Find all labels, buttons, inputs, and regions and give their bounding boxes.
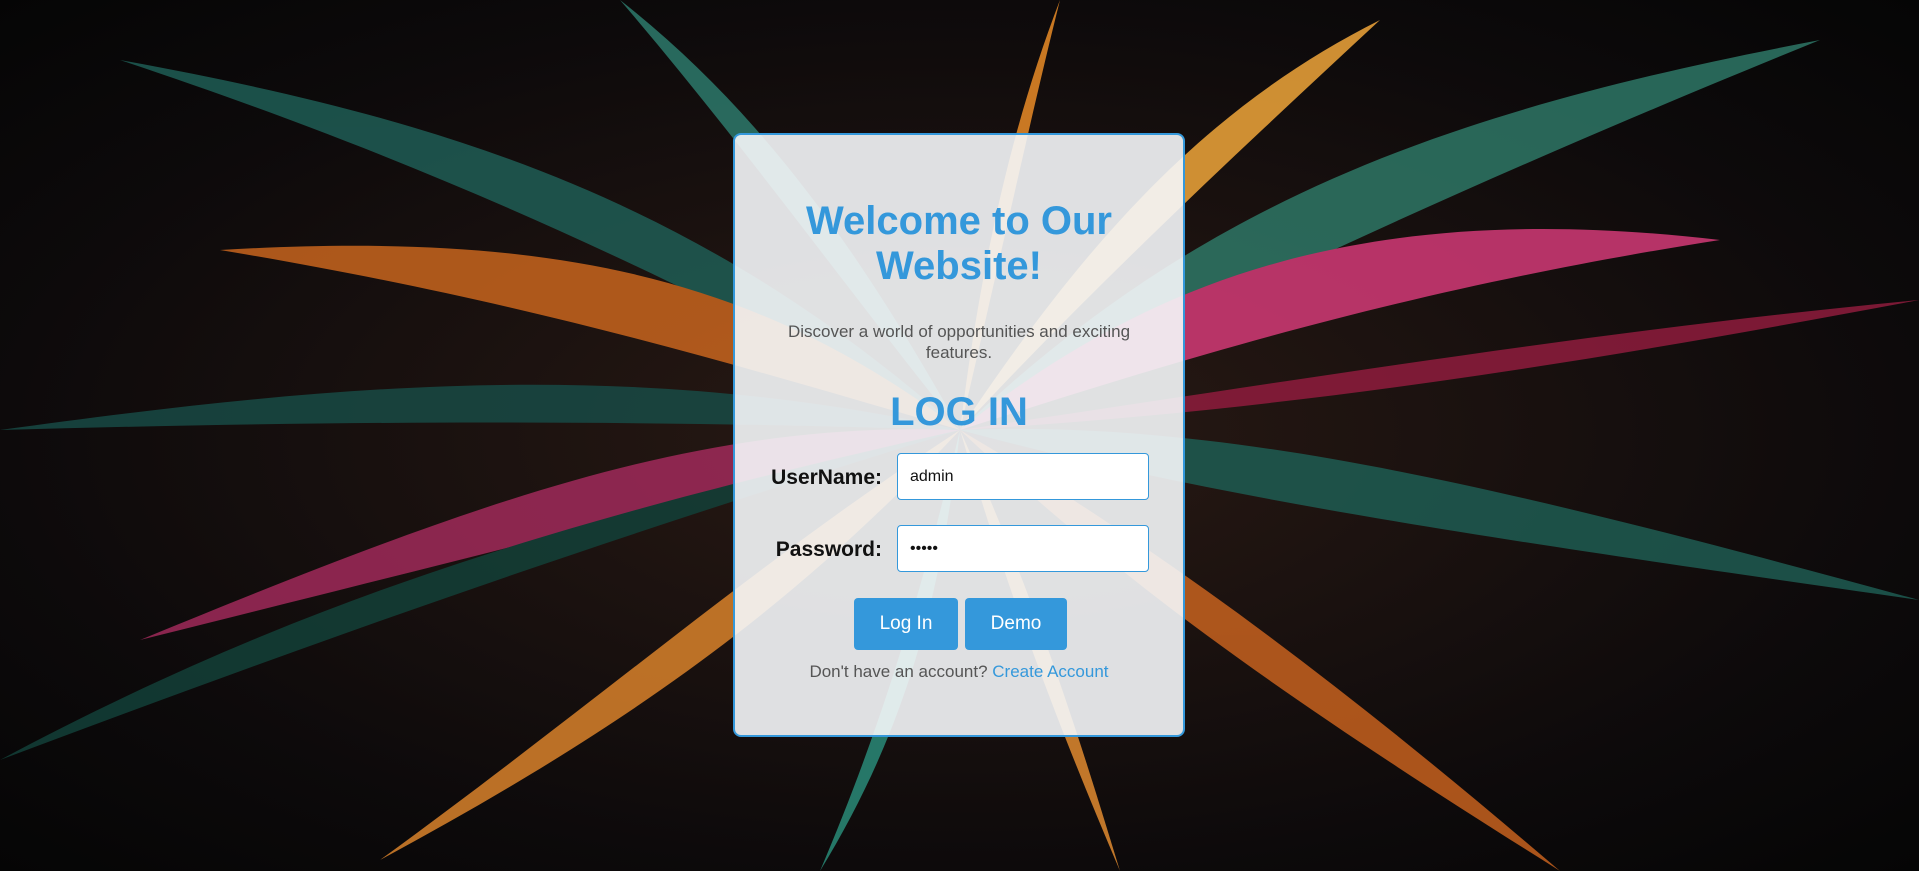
login-button[interactable]: Log In xyxy=(854,598,958,650)
password-row: Password: xyxy=(735,525,1183,573)
username-input[interactable] xyxy=(897,453,1149,500)
welcome-title: Welcome to Our Website! xyxy=(806,199,1112,288)
username-label: UserName: xyxy=(771,466,882,489)
login-heading: LOG IN xyxy=(890,390,1028,434)
login-card: Welcome to Our Website! Discover a world… xyxy=(733,133,1185,737)
username-row: UserName: xyxy=(735,453,1183,501)
button-row: Log In Demo xyxy=(735,598,1183,650)
demo-button[interactable]: Demo xyxy=(965,598,1067,650)
signup-prompt: Don't have an account? xyxy=(809,662,988,681)
password-input[interactable] xyxy=(897,525,1149,572)
welcome-subtitle: Discover a world of opportunities and ex… xyxy=(787,322,1131,362)
password-label: Password: xyxy=(775,538,882,561)
signup-text: Don't have an account? Create Account xyxy=(735,662,1183,682)
create-account-link[interactable]: Create Account xyxy=(992,662,1108,681)
